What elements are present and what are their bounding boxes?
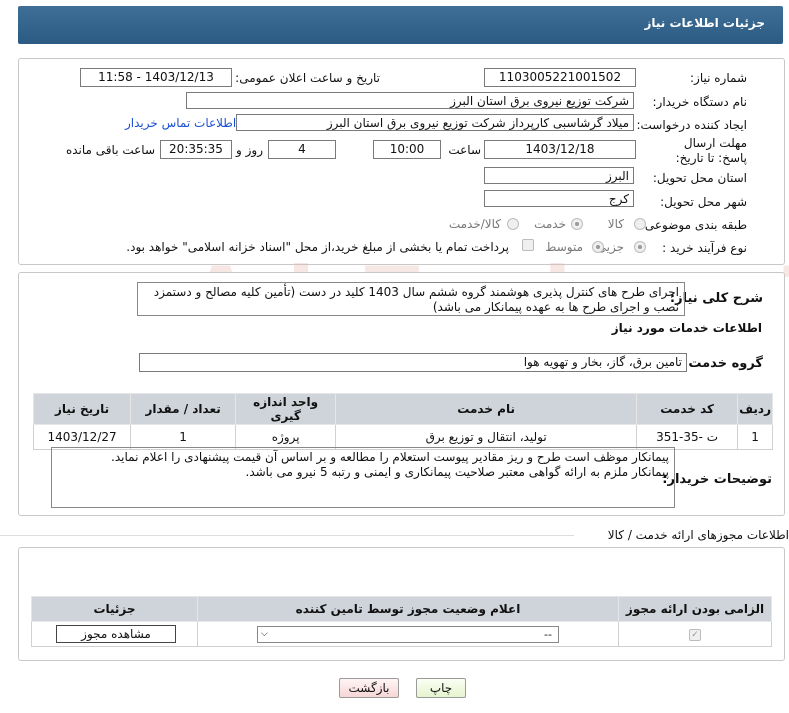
- buyer-field: شرکت توزیع نیروی برق استان البرز: [186, 92, 634, 109]
- col-date: تاریخ نیاز: [32, 393, 132, 425]
- category-radio-service[interactable]: [571, 218, 583, 230]
- permit-required-checkbox: ✓: [689, 628, 701, 641]
- announce-label: تاریخ و ساعت اعلان عمومی:: [235, 71, 380, 85]
- category-option-service: خدمت: [534, 217, 566, 231]
- announce-field: 1403/12/13 - 11:58: [80, 68, 232, 87]
- services-section-title: اطلاعات خدمات مورد نیاز: [611, 321, 762, 335]
- category-radio-goods-service[interactable]: [507, 218, 519, 230]
- creator-label: ایجاد کننده درخواست:: [636, 118, 747, 132]
- buyer-contact-link[interactable]: اطلاعات تماس خریدار: [125, 116, 236, 130]
- cell-row: 1: [737, 424, 773, 450]
- buyer-notes-line-2: پیمانکار ملزم به ارائه گواهی معتبر صلاحی…: [245, 465, 669, 479]
- page-title: جزئیات اطلاعات نیاز: [644, 16, 765, 30]
- buyer-notes-line-1: پیمانکار موظف است طرح و ریز مقادیر پیوست…: [111, 450, 669, 464]
- cell-unit: پروژه: [235, 424, 337, 450]
- service-group-label: گروه خدمت:: [683, 356, 763, 371]
- deadline-label: مهلت ارسال پاسخ: تا تاریخ:: [675, 136, 747, 165]
- days-field: 4: [268, 140, 336, 159]
- col-permit-required: الزامی بودن ارائه مجوز: [618, 596, 772, 622]
- buyer-label: نام دستگاه خریدار:: [652, 95, 748, 109]
- days-label: روز و: [236, 143, 263, 157]
- province-field: البرز: [484, 167, 634, 184]
- permit-required-cell: ✓: [618, 621, 772, 647]
- category-option-goods: کالا: [607, 217, 624, 231]
- services-table: ردیف کد خدمت نام خدمت واحد اندازه گیری ت…: [32, 393, 773, 450]
- deadline-time-label: ساعت: [448, 143, 481, 157]
- permit-details-cell: مشاهده مجوز: [31, 621, 198, 647]
- back-button[interactable]: بازگشت: [339, 678, 399, 698]
- cell-code: ت -35-351: [636, 424, 739, 450]
- remaining-time-field: 20:35:35: [160, 140, 232, 159]
- col-permit-status: اعلام وضعیت مجوز توسط تامین کننده: [197, 596, 619, 622]
- table-row: 1 ت -35-351 تولید، انتقال و توزیع برق پر…: [32, 424, 773, 450]
- chevron-down-icon: ⌵: [261, 629, 268, 639]
- deadline-date-field: 1403/12/18: [484, 140, 636, 159]
- category-option-goods-service: کالا/خدمت: [448, 217, 501, 231]
- cell-qty: 1: [130, 424, 237, 450]
- page-header: جزئیات اطلاعات نیاز: [18, 6, 783, 44]
- permits-table-header: الزامی بودن ارائه مجوز اعلام وضعیت مجوز …: [31, 596, 772, 622]
- category-radio-goods[interactable]: [634, 218, 646, 230]
- cell-name: تولید، انتقال و توزیع برق: [335, 424, 638, 450]
- permit-status-select[interactable]: -- ⌵: [257, 626, 559, 643]
- permits-section-title: اطلاعات مجوزهای ارائه خدمت / کالا: [607, 528, 789, 542]
- view-permit-button[interactable]: مشاهده مجوز: [56, 625, 176, 643]
- buyer-notes-box: پیمانکار موظف است طرح و ریز مقادیر پیوست…: [51, 447, 675, 508]
- table-row: ✓ -- ⌵ مشاهده مجوز: [31, 621, 772, 647]
- remaining-label: ساعت باقی مانده: [65, 143, 155, 157]
- col-unit: واحد اندازه گیری: [235, 393, 337, 425]
- col-code: کد خدمت: [636, 393, 739, 425]
- permit-status-value: --: [544, 628, 552, 641]
- services-table-header: ردیف کد خدمت نام خدمت واحد اندازه گیری ت…: [32, 393, 773, 425]
- creator-field: میلاد گرشاسبی کارپرداز شرکت توزیع نیروی …: [236, 114, 634, 131]
- col-name: نام خدمت: [335, 393, 638, 425]
- permits-table: الزامی بودن ارائه مجوز اعلام وضعیت مجوز …: [31, 596, 772, 647]
- print-button[interactable]: چاپ: [416, 678, 466, 698]
- col-permit-details: جزئیات: [31, 596, 198, 622]
- permit-status-cell: -- ⌵: [197, 621, 619, 647]
- col-qty: تعداد / مقدار: [130, 393, 237, 425]
- service-group-field: تامین برق، گاز، بخار و تهویه هوا: [139, 353, 687, 372]
- cell-date: 1403/12/27: [32, 424, 132, 450]
- city-field: کرج: [484, 190, 634, 207]
- permits-divider: [0, 535, 574, 536]
- province-label: استان محل تحویل:: [652, 171, 747, 185]
- col-row: ردیف: [737, 393, 773, 425]
- need-number-field: 1103005221001502: [484, 68, 636, 87]
- category-label: طبقه بندی موضوعی:: [640, 218, 747, 232]
- description-textarea[interactable]: اجرای طرح های کنترل پذیری هوشمند گروه شش…: [137, 282, 685, 316]
- deadline-time-field: 10:00: [373, 140, 441, 159]
- need-number-label: شماره نیاز:: [690, 71, 747, 85]
- city-label: شهر محل تحویل:: [660, 195, 747, 209]
- buyer-notes-label: توضیحات خریدار:: [662, 472, 772, 487]
